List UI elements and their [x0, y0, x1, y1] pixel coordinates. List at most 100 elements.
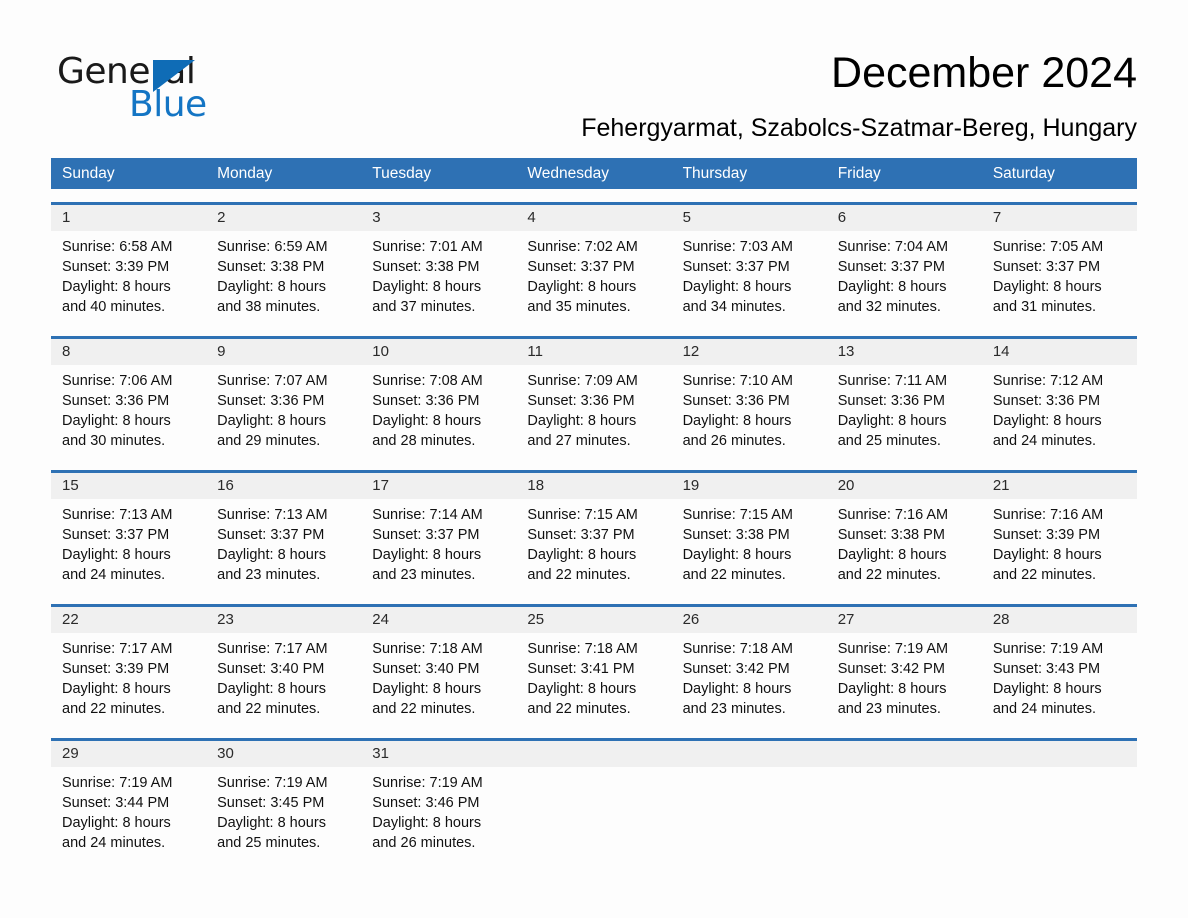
day-cell[interactable]: Sunrise: 7:04 AM Sunset: 3:37 PM Dayligh…	[827, 231, 982, 323]
day-cell[interactable]: Sunrise: 7:17 AM Sunset: 3:39 PM Dayligh…	[51, 633, 206, 725]
day-number[interactable]: 25	[516, 607, 671, 633]
sunset-text: Sunset: 3:38 PM	[837, 527, 945, 543]
day-number[interactable]: 10	[361, 339, 516, 365]
day-cell[interactable]: Sunrise: 7:05 AM Sunset: 3:37 PM Dayligh…	[982, 231, 1137, 323]
day-cell[interactable]: Sunrise: 7:07 AM Sunset: 3:36 PM Dayligh…	[206, 365, 361, 457]
sunrise-text: Sunrise: 7:05 AM	[992, 239, 1104, 255]
day-number[interactable]: 11	[516, 339, 671, 365]
day-number[interactable]: 27	[827, 607, 982, 633]
day-number[interactable]: 6	[827, 205, 982, 231]
daylight-line1: Daylight: 8 hours	[682, 413, 792, 429]
day-number[interactable]: 23	[206, 607, 361, 633]
day-cell[interactable]: Sunrise: 7:10 AM Sunset: 3:36 PM Dayligh…	[672, 365, 827, 457]
day-number[interactable]: 1	[51, 205, 206, 231]
day-cell[interactable]: Sunrise: 7:19 AM Sunset: 3:46 PM Dayligh…	[361, 767, 516, 859]
day-cell[interactable]: Sunrise: 6:59 AM Sunset: 3:38 PM Dayligh…	[206, 231, 361, 323]
daylight-line1: Daylight: 8 hours	[682, 547, 792, 563]
day-cell[interactable]: Sunrise: 7:06 AM Sunset: 3:36 PM Dayligh…	[51, 365, 206, 457]
day-cell[interactable]: Sunrise: 7:13 AM Sunset: 3:37 PM Dayligh…	[206, 499, 361, 591]
day-cell[interactable]: Sunrise: 7:09 AM Sunset: 3:36 PM Dayligh…	[516, 365, 671, 457]
day-cell[interactable]: Sunrise: 7:01 AM Sunset: 3:38 PM Dayligh…	[361, 231, 516, 323]
day-cell[interactable]: Sunrise: 7:16 AM Sunset: 3:39 PM Dayligh…	[982, 499, 1137, 591]
calendar-week-row: 15 16 17 18 19 20 21 Sunrise: 7:13 AM Su…	[51, 470, 1137, 591]
sunset-text: Sunset: 3:40 PM	[372, 661, 480, 677]
weekday-tuesday: Tuesday	[372, 165, 432, 182]
day-cell[interactable]: Sunrise: 7:18 AM Sunset: 3:40 PM Dayligh…	[361, 633, 516, 725]
day-number-band: 15 16 17 18 19 20 21	[51, 473, 1137, 499]
day-cell[interactable]: Sunrise: 7:18 AM Sunset: 3:42 PM Dayligh…	[672, 633, 827, 725]
day-cell[interactable]: Sunrise: 7:11 AM Sunset: 3:36 PM Dayligh…	[827, 365, 982, 457]
daylight-line2: and 23 minutes.	[682, 701, 786, 717]
day-detail-band: Sunrise: 6:58 AM Sunset: 3:39 PM Dayligh…	[51, 231, 1137, 323]
sunrise-text: Sunrise: 7:06 AM	[62, 373, 173, 389]
sunset-text: Sunset: 3:37 PM	[372, 527, 480, 543]
day-number[interactable]: 8	[51, 339, 206, 365]
weekday-sunday: Sunday	[62, 165, 115, 182]
day-number[interactable]: 17	[361, 473, 516, 499]
day-number[interactable]: 29	[51, 741, 206, 767]
day-number[interactable]: 31	[361, 741, 516, 767]
sunset-text: Sunset: 3:41 PM	[527, 661, 635, 677]
day-number[interactable]: 14	[982, 339, 1137, 365]
day-cell[interactable]: Sunrise: 7:16 AM Sunset: 3:38 PM Dayligh…	[827, 499, 982, 591]
daylight-line2: and 22 minutes.	[372, 701, 476, 717]
day-cell-empty	[672, 741, 827, 767]
day-cell[interactable]: Sunrise: 7:17 AM Sunset: 3:40 PM Dayligh…	[206, 633, 361, 725]
day-cell[interactable]: Sunrise: 7:03 AM Sunset: 3:37 PM Dayligh…	[672, 231, 827, 323]
daylight-line2: and 23 minutes.	[217, 567, 321, 583]
daylight-line2: and 31 minutes.	[992, 299, 1097, 315]
sunrise-text: Sunrise: 7:19 AM	[992, 641, 1104, 657]
day-cell[interactable]: Sunrise: 7:02 AM Sunset: 3:37 PM Dayligh…	[516, 231, 671, 323]
day-cell[interactable]: Sunrise: 7:18 AM Sunset: 3:41 PM Dayligh…	[516, 633, 671, 725]
daylight-line1: Daylight: 8 hours	[372, 815, 482, 831]
day-number[interactable]: 20	[827, 473, 982, 499]
day-number[interactable]: 9	[206, 339, 361, 365]
day-number[interactable]: 13	[827, 339, 982, 365]
general-blue-logo: General Blue	[57, 52, 317, 125]
day-number[interactable]: 3	[361, 205, 516, 231]
daylight-line1: Daylight: 8 hours	[372, 681, 482, 697]
day-detail-band: Sunrise: 7:06 AM Sunset: 3:36 PM Dayligh…	[51, 365, 1137, 457]
calendar-week-row: 8 9 10 11 12 13 14 Sunrise: 7:06 AM Suns…	[51, 336, 1137, 457]
day-number[interactable]: 4	[516, 205, 671, 231]
day-number[interactable]: 24	[361, 607, 516, 633]
sunset-text: Sunset: 3:42 PM	[837, 661, 945, 677]
day-number[interactable]: 5	[672, 205, 827, 231]
day-number[interactable]: 21	[982, 473, 1137, 499]
daylight-line2: and 22 minutes.	[992, 567, 1097, 583]
day-number[interactable]: 19	[672, 473, 827, 499]
day-cell[interactable]: Sunrise: 7:19 AM Sunset: 3:43 PM Dayligh…	[982, 633, 1137, 725]
day-cell[interactable]: Sunrise: 7:15 AM Sunset: 3:38 PM Dayligh…	[672, 499, 827, 591]
sunset-text: Sunset: 3:37 PM	[837, 259, 945, 275]
day-cell[interactable]: Sunrise: 7:19 AM Sunset: 3:44 PM Dayligh…	[51, 767, 206, 859]
day-cell[interactable]: Sunrise: 7:19 AM Sunset: 3:42 PM Dayligh…	[827, 633, 982, 725]
day-cell[interactable]: Sunrise: 7:08 AM Sunset: 3:36 PM Dayligh…	[361, 365, 516, 457]
day-number[interactable]: 26	[672, 607, 827, 633]
day-number[interactable]: 16	[206, 473, 361, 499]
day-number[interactable]: 22	[51, 607, 206, 633]
day-number[interactable]: 7	[982, 205, 1137, 231]
day-cell[interactable]: Sunrise: 7:13 AM Sunset: 3:37 PM Dayligh…	[51, 499, 206, 591]
day-cell[interactable]: Sunrise: 7:14 AM Sunset: 3:37 PM Dayligh…	[361, 499, 516, 591]
daylight-line2: and 24 minutes.	[992, 701, 1097, 717]
day-number[interactable]: 12	[672, 339, 827, 365]
day-number[interactable]: 30	[206, 741, 361, 767]
daylight-line2: and 34 minutes.	[682, 299, 786, 315]
day-cell[interactable]: Sunrise: 7:15 AM Sunset: 3:37 PM Dayligh…	[516, 499, 671, 591]
day-number[interactable]: 15	[51, 473, 206, 499]
day-cell[interactable]: Sunrise: 7:12 AM Sunset: 3:36 PM Dayligh…	[982, 365, 1137, 457]
day-cell[interactable]: Sunrise: 6:58 AM Sunset: 3:39 PM Dayligh…	[51, 231, 206, 323]
daylight-line2: and 38 minutes.	[217, 299, 321, 315]
page-title: December 2024	[831, 49, 1137, 97]
daylight-line2: and 22 minutes.	[217, 701, 321, 717]
day-number[interactable]: 2	[206, 205, 361, 231]
daylight-line1: Daylight: 8 hours	[372, 547, 482, 563]
day-number[interactable]: 28	[982, 607, 1137, 633]
day-cell[interactable]: Sunrise: 7:19 AM Sunset: 3:45 PM Dayligh…	[206, 767, 361, 859]
day-number[interactable]: 18	[516, 473, 671, 499]
day-number-band: 8 9 10 11 12 13 14	[51, 339, 1137, 365]
daylight-line1: Daylight: 8 hours	[62, 815, 171, 831]
daylight-line2: and 30 minutes.	[62, 433, 166, 449]
day-detail-band: Sunrise: 7:19 AM Sunset: 3:44 PM Dayligh…	[51, 767, 1137, 859]
sunset-text: Sunset: 3:45 PM	[217, 795, 325, 811]
